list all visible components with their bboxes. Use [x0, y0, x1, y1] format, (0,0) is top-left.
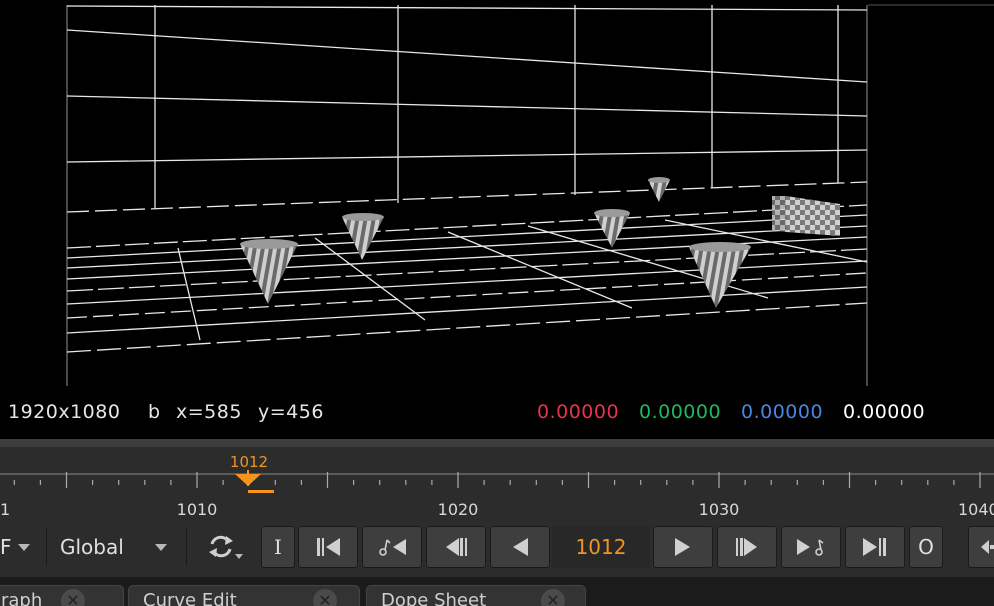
tab-curve-editor[interactable]: Curve Edit ✕ — [128, 585, 360, 606]
set-in-point-button[interactable]: I — [261, 526, 295, 568]
pixel-alpha-value: 0.00000 — [843, 401, 926, 423]
frame-number-field[interactable]: 1012 — [552, 526, 650, 568]
cursor-x-label: x=585 — [176, 401, 242, 423]
tab-label: Curve Edit — [143, 590, 237, 606]
transport-controls: F Global I 1012 O — [0, 523, 994, 577]
cursor-y-label: y=456 — [258, 401, 324, 423]
close-icon[interactable]: ✕ — [541, 589, 565, 606]
next-keyframe-icon — [797, 539, 824, 556]
set-out-point-button[interactable]: O — [909, 526, 943, 568]
cone-5 — [689, 242, 751, 308]
scope-label: Global — [60, 535, 124, 559]
play-backward-icon — [513, 538, 528, 556]
channel-label: b — [148, 401, 161, 423]
close-icon[interactable]: ✕ — [313, 589, 337, 606]
tick-label-1030: 1030 — [699, 500, 740, 519]
viewer-canvas[interactable] — [0, 0, 994, 386]
next-keyframe-button[interactable] — [781, 526, 841, 568]
first-frame-button[interactable] — [298, 526, 358, 568]
close-icon[interactable]: ✕ — [61, 589, 85, 606]
play-forward-icon — [675, 538, 690, 556]
loop-mode-icon — [209, 535, 243, 559]
timeline[interactable]: 1012 1 1010 1020 1030 1040 — [0, 447, 994, 523]
tab-label: raph — [1, 590, 43, 606]
step-back-icon — [446, 538, 467, 556]
pixel-blue-value: 0.00000 — [741, 401, 824, 423]
more-button[interactable] — [968, 526, 994, 568]
tick-label-1010: 1010 — [177, 500, 218, 519]
playhead-range-bar — [248, 490, 274, 493]
pixel-green-value: 0.00000 — [639, 401, 722, 423]
panel-divider[interactable] — [0, 439, 994, 447]
tick-label-1020: 1020 — [438, 500, 479, 519]
play-forward-button[interactable] — [653, 526, 713, 568]
viewer-3d-scene — [66, 4, 994, 386]
panel-tab-bar: raph ✕ Curve Edit ✕ Dope Sheet ✕ — [0, 577, 994, 606]
scope-dropdown-icon — [154, 544, 167, 551]
fps-dropdown[interactable]: F — [0, 526, 42, 568]
more-icon — [981, 540, 994, 554]
last-frame-button[interactable] — [845, 526, 905, 568]
resolution-label: 1920x1080 — [8, 401, 121, 423]
loop-mode-button[interactable] — [198, 526, 250, 568]
tab-label: Dope Sheet — [381, 590, 487, 606]
prev-keyframe-icon — [379, 539, 406, 556]
out-point-label: O — [918, 535, 934, 559]
timeline-ruler[interactable]: 1012 1 1010 1020 1030 1040 — [0, 447, 994, 523]
in-point-label: I — [274, 535, 282, 559]
prev-keyframe-button[interactable] — [362, 526, 422, 568]
fps-dropdown-icon — [17, 544, 30, 551]
playhead-frame-label: 1012 — [230, 453, 268, 471]
tab-dope-sheet[interactable]: Dope Sheet ✕ — [366, 585, 586, 606]
play-backward-button[interactable] — [490, 526, 550, 568]
step-forward-button[interactable] — [717, 526, 777, 568]
checker-cube — [772, 196, 840, 236]
scope-dropdown[interactable]: Global — [52, 526, 182, 568]
tick-label-1040: 1040 — [958, 500, 994, 519]
step-back-button[interactable] — [426, 526, 486, 568]
tab-node-graph[interactable]: raph ✕ — [0, 585, 124, 606]
tick-label-1: 1 — [0, 500, 10, 519]
first-frame-icon — [317, 538, 340, 556]
last-frame-icon — [863, 538, 886, 556]
fps-label: F — [0, 535, 12, 559]
step-forward-icon — [736, 538, 757, 556]
viewer-info-bar: 1920x1080 b x=585 y=456 0.00000 0.00000 … — [0, 387, 994, 439]
pixel-red-value: 0.00000 — [537, 401, 620, 423]
